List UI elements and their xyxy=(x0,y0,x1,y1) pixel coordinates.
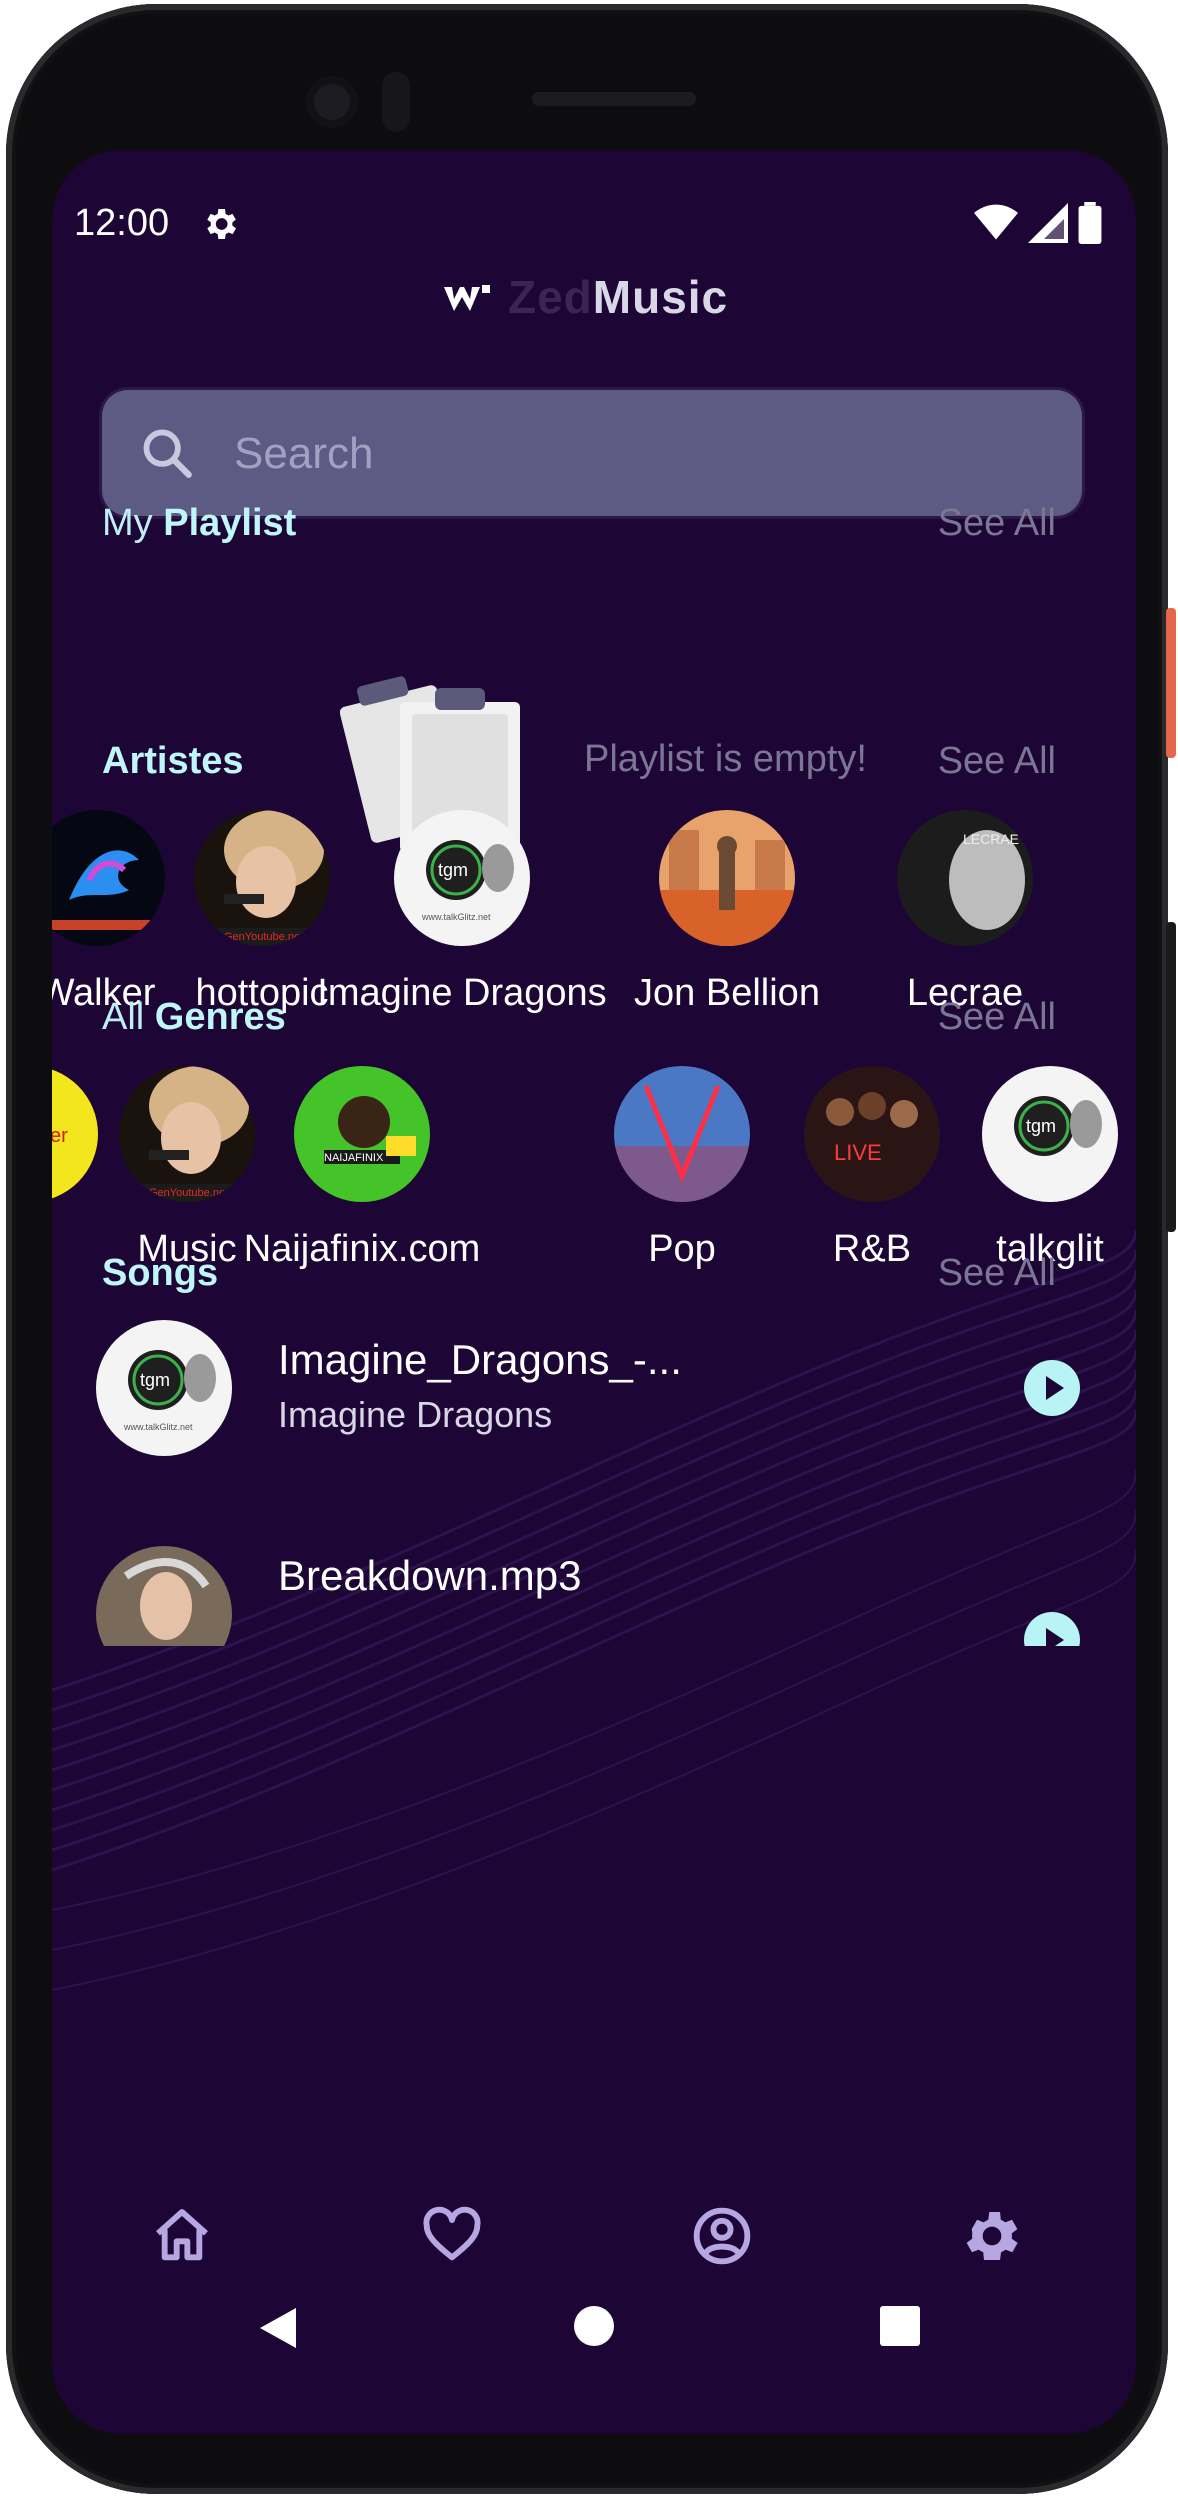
svg-text:er: er xyxy=(52,1125,68,1147)
artist-item-lecrae[interactable]: LECRAE Lecrae xyxy=(870,810,1060,1015)
song-artwork xyxy=(96,1546,232,1646)
svg-text:www.talkGlitz.net: www.talkGlitz.net xyxy=(123,1422,193,1432)
artist-avatar xyxy=(659,810,795,946)
genre-avatar: tgm xyxy=(982,1066,1118,1202)
settings-icon[interactable] xyxy=(960,2204,1024,2268)
genres-title: All Genres xyxy=(102,996,286,1039)
logo-icon xyxy=(444,285,490,311)
search-input[interactable] xyxy=(232,416,1036,492)
bottom-navigation xyxy=(52,2146,1136,2430)
status-bar: 12:00 xyxy=(52,194,1136,254)
logo-text-music: Music xyxy=(592,271,729,323)
genre-item-naijafinix[interactable]: NAIJAFINIX Naijafinix.com xyxy=(212,1066,512,1271)
playlist-see-all[interactable]: See All xyxy=(938,502,1056,545)
song-row[interactable]: Breakdown.mp3 xyxy=(52,1546,1136,1646)
earpiece-speaker xyxy=(532,92,696,106)
song-title: Imagine_Dragons_-... xyxy=(278,1336,682,1383)
system-navigation-bar xyxy=(52,2286,1136,2386)
genres-see-all[interactable]: See All xyxy=(938,996,1056,1039)
artist-item-jon-bellion[interactable]: Jon Bellion xyxy=(602,810,852,1015)
svg-text:www.talkGlitz.net: www.talkGlitz.net xyxy=(421,912,491,922)
artistes-title-text: Artistes xyxy=(102,740,244,782)
genres-title-prefix: All xyxy=(102,996,145,1038)
artistes-see-all[interactable]: See All xyxy=(938,740,1056,783)
genre-avatar xyxy=(614,1066,750,1202)
signal-icon xyxy=(1028,203,1068,243)
artist-label: Jon Bellion xyxy=(634,972,820,1014)
search-bar[interactable] xyxy=(102,390,1082,516)
app-screen: 12:00 ZedMusic Search My Playlist See Al… xyxy=(52,150,1136,2434)
svg-text:tgm: tgm xyxy=(438,860,468,880)
volume-button[interactable] xyxy=(1166,922,1176,1232)
song-artwork: tgm www.talkGlitz.net xyxy=(96,1320,232,1456)
svg-text:tgm: tgm xyxy=(1026,1116,1056,1136)
artist-label: Imagine Dragons xyxy=(317,972,607,1014)
genre-label: R&B xyxy=(832,1228,912,1270)
play-icon[interactable] xyxy=(1024,1360,1080,1416)
genre-avatar: NAIJAFINIX xyxy=(294,1066,430,1202)
recents-icon[interactable] xyxy=(878,2304,922,2348)
app-logo: ZedMusic xyxy=(442,270,728,324)
songs-title: Songs xyxy=(102,1252,218,1295)
genre-item-rnb[interactable]: LIVE R&B xyxy=(792,1066,952,1271)
playlist-empty-text: Playlist is empty! xyxy=(584,738,867,780)
front-camera xyxy=(306,76,358,128)
genre-avatar: er xyxy=(52,1066,98,1202)
artist-item-imagine-dragons[interactable]: tgm www.talkGlitz.net Imagine Dragons xyxy=(292,810,632,1015)
playlist-title: My Playlist xyxy=(102,502,296,545)
svg-text:NAIJAFINIX: NAIJAFINIX xyxy=(324,1152,384,1164)
battery-icon xyxy=(1078,202,1102,244)
genre-label: Pop xyxy=(648,1228,716,1270)
playlist-title-prefix: My xyxy=(102,502,153,544)
song-title: Breakdown.mp3 xyxy=(278,1552,582,1599)
search-icon xyxy=(143,429,192,478)
svg-text:LIVE: LIVE xyxy=(834,1140,882,1165)
svg-text:tgm: tgm xyxy=(140,1370,170,1390)
phone-frame: 12:00 ZedMusic Search My Playlist See Al… xyxy=(6,4,1176,2494)
genre-item-pop-partial[interactable]: er op xyxy=(52,1066,98,1271)
song-row[interactable]: tgm www.talkGlitz.net Imagine_Dragons_-..… xyxy=(52,1320,1136,1480)
song-artist: Imagine Dragons xyxy=(278,1394,553,1435)
account-icon[interactable] xyxy=(690,2204,754,2268)
gear-icon xyxy=(207,209,236,239)
power-button[interactable] xyxy=(1166,608,1176,758)
artist-avatar xyxy=(52,810,165,946)
artistes-title: Artistes xyxy=(102,740,244,783)
heart-icon[interactable] xyxy=(420,2204,484,2268)
status-time: 12:00 xyxy=(74,202,170,244)
songs-title-text: Songs xyxy=(102,1252,219,1294)
artist-avatar: tgm www.talkGlitz.net xyxy=(394,810,530,946)
genre-item-pop[interactable]: Pop xyxy=(612,1066,752,1271)
back-icon[interactable] xyxy=(256,2304,300,2352)
genre-label: Naijafinix.com xyxy=(243,1228,481,1270)
proximity-sensor xyxy=(382,72,410,132)
home-icon[interactable] xyxy=(150,2204,214,2268)
genre-avatar: LIVE xyxy=(804,1066,940,1202)
genre-item-talkglitz[interactable]: tgm talkglit xyxy=(950,1066,1136,1271)
genre-label: op xyxy=(52,1228,92,1271)
svg-text:LECRAE: LECRAE xyxy=(963,831,1019,847)
home-circle-icon[interactable] xyxy=(572,2304,616,2348)
wifi-icon xyxy=(974,204,1018,240)
play-icon[interactable] xyxy=(1024,1612,1080,1646)
logo-text-zed: Zed xyxy=(508,271,593,323)
artist-avatar: LECRAE xyxy=(897,810,1033,946)
genres-title-bold: Genres xyxy=(154,996,286,1038)
songs-see-all[interactable]: See All xyxy=(938,1252,1056,1295)
playlist-title-bold: Playlist xyxy=(163,502,297,544)
